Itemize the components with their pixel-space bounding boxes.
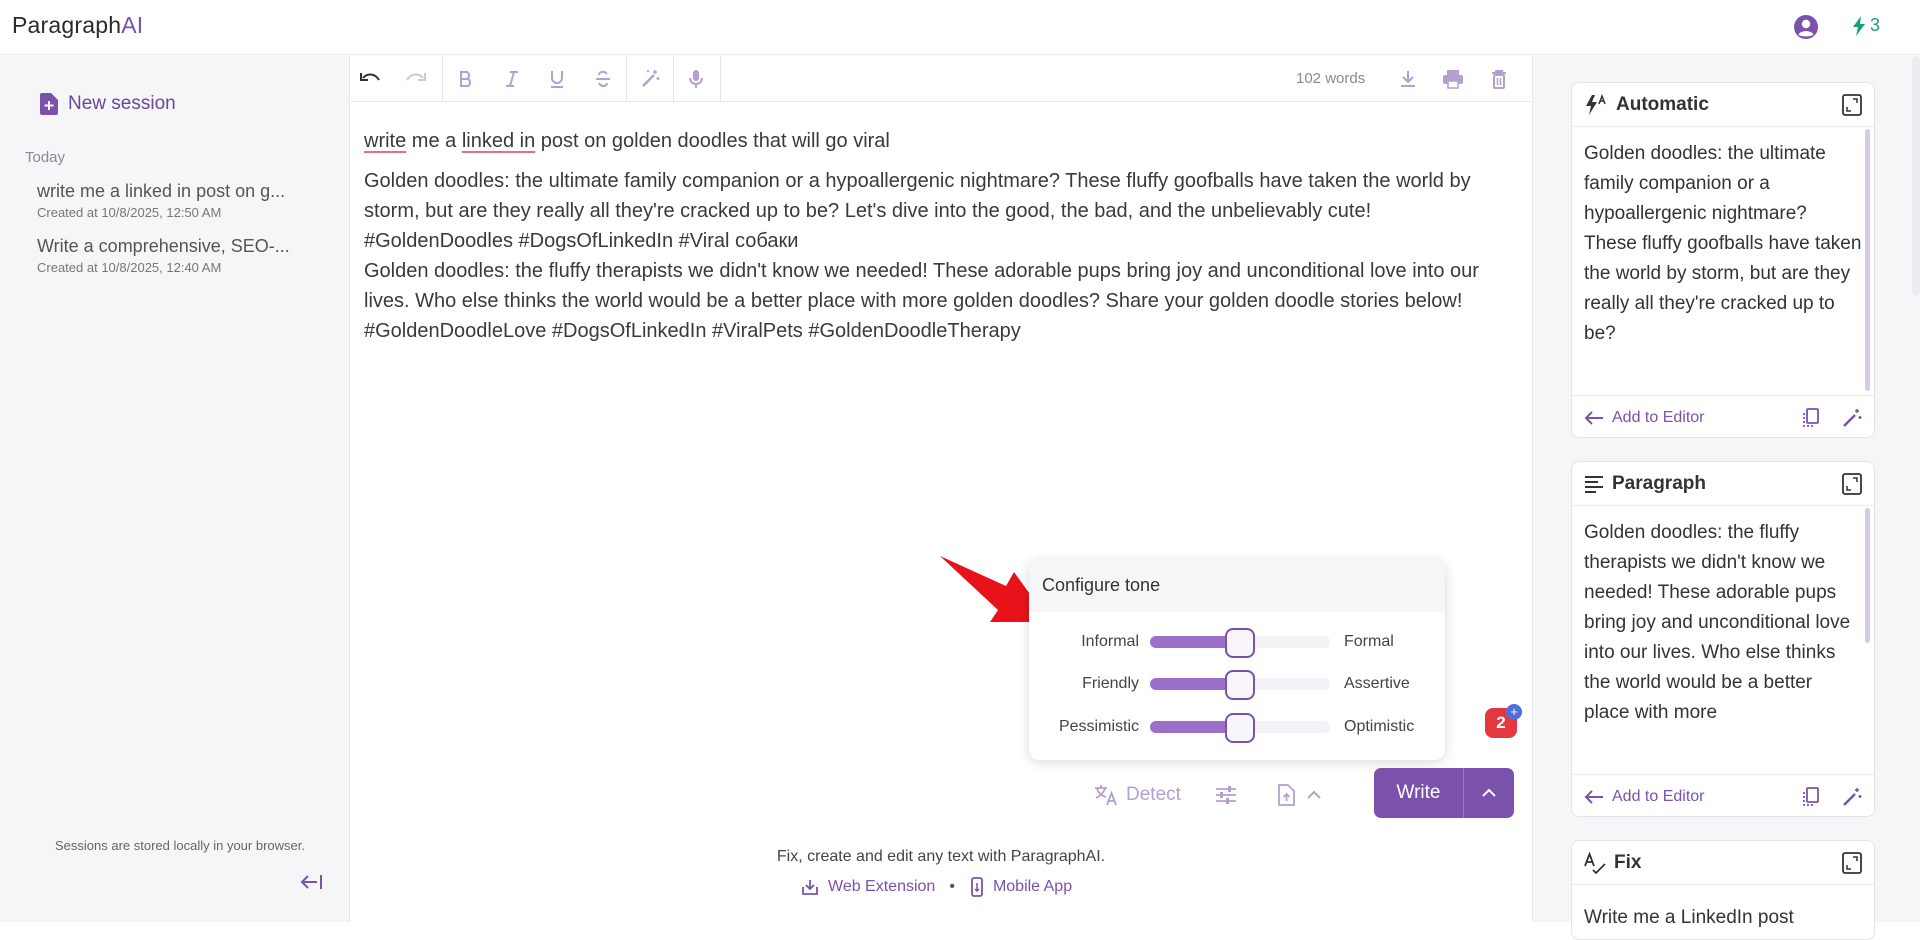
chevron-up-icon[interactable] [1307,790,1321,800]
magic-wand-icon[interactable] [1842,787,1862,807]
upload-file-icon[interactable] [1277,784,1295,806]
editor-pane: 102 words write me a linked in post on g… [351,56,1531,922]
tone-row-assertiveness: Friendly Assertive [1029,669,1445,700]
microphone-icon[interactable] [683,66,709,92]
session-item[interactable]: Write a comprehensive, SEO-... Created a… [37,236,312,275]
slider-thumb[interactable] [1225,670,1255,700]
result-card-paragraph: Paragraph Golden doodles: the fluffy the… [1571,461,1875,817]
underline-icon[interactable] [544,66,570,92]
card-title: Automatic [1616,93,1709,115]
arrow-left-icon [1584,410,1603,425]
session-date: Created at 10/8/2025, 12:50 AM [37,205,222,220]
prompt-line: write me a linked in post on golden dood… [364,130,890,152]
bold-icon[interactable] [453,66,479,92]
add-to-editor-button[interactable]: Add to Editor [1612,788,1705,806]
chevron-up-icon[interactable] [1464,788,1514,798]
strikethrough-icon[interactable] [590,66,616,92]
delete-icon[interactable] [1486,66,1512,92]
result-card-automatic: Automatic Golden doodles: the ultimate f… [1571,82,1875,438]
toolbar-divider [720,56,721,102]
top-bar: ParagraphAI 3 [0,0,1920,55]
user-account-icon[interactable] [1793,14,1819,40]
detect-language-button[interactable]: Detect [1094,784,1181,806]
optimism-slider[interactable] [1150,713,1330,743]
slider-thumb[interactable] [1225,628,1255,658]
copy-icon[interactable] [1802,407,1820,428]
toolbar-divider [442,56,443,102]
assertiveness-slider[interactable] [1150,670,1330,700]
collapse-sidebar-icon[interactable] [300,872,324,892]
footer-tagline: Fix, create and edit any text with Parag… [776,848,1106,865]
app-logo[interactable]: ParagraphAI [12,12,143,39]
automatic-icon [1586,93,1606,115]
word-count: 102 words [1296,70,1366,87]
write-button[interactable]: Write [1374,768,1514,818]
session-title: Write a comprehensive, SEO-... [37,236,290,256]
action-bar: Detect [1094,775,1321,815]
formality-slider[interactable] [1150,628,1330,658]
session-title: write me a linked in post on g... [37,181,286,201]
new-session-button[interactable]: New session [40,93,176,115]
print-icon[interactable] [1440,66,1466,92]
card-title: Fix [1614,851,1642,873]
card-body: Write me a LinkedIn post [1584,907,1794,928]
tone-title: Configure tone [1029,560,1445,612]
editor-toolbar: 102 words [351,56,1531,102]
page-scrollbar[interactable] [1912,56,1920,296]
credits-counter[interactable]: 3 [1852,15,1880,36]
card-scrollbar[interactable] [1865,508,1870,643]
result-card-fix: Fix Write me a LinkedIn post [1571,840,1875,940]
new-document-icon [40,93,58,115]
session-date: Created at 10/8/2025, 12:40 AM [37,260,222,275]
storage-note: Sessions are stored locally in your brow… [54,838,305,853]
expand-icon[interactable] [1842,851,1862,874]
card-body: Golden doodles: the fluffy therapists we… [1572,506,1874,774]
toolbar-divider [673,56,674,102]
spellcheck-icon [1584,851,1606,874]
editor-content[interactable]: write me a linked in post on golden dood… [364,126,1524,346]
session-item[interactable]: write me a linked in post on g... Create… [37,181,312,220]
download-icon[interactable] [1395,66,1421,92]
redo-icon[interactable] [403,66,429,92]
tone-row-formality: Informal Formal [1029,627,1445,658]
undo-icon[interactable] [357,66,383,92]
footer-links: Web Extension • Mobile App [800,877,1072,897]
expand-icon[interactable] [1842,472,1862,495]
settings-sliders-icon[interactable] [1215,785,1237,805]
add-to-editor-button[interactable]: Add to Editor [1612,409,1705,427]
mobile-app-link[interactable]: Mobile App [993,878,1072,896]
session-group-label: Today [25,149,66,166]
translate-icon [1095,785,1117,806]
web-extension-link[interactable]: Web Extension [828,878,935,896]
card-title: Paragraph [1612,472,1706,494]
magic-wand-icon[interactable] [1842,408,1862,428]
magic-wand-icon[interactable] [637,66,663,92]
arrow-left-icon [1584,789,1603,804]
generated-paragraph: Golden doodles: the ultimate family comp… [364,170,1471,252]
card-scrollbar[interactable] [1865,129,1870,391]
plus-icon[interactable]: + [1506,704,1522,720]
generated-paragraph: Golden doodles: the fluffy therapists we… [364,260,1479,342]
toolbar-divider [626,56,627,102]
sessions-sidebar: New session Today write me a linked in p… [0,56,350,922]
slider-thumb[interactable] [1225,713,1255,743]
expand-icon[interactable] [1842,93,1862,116]
italic-icon[interactable] [499,66,525,92]
mobile-phone-icon [971,877,983,897]
configure-tone-popover: Configure tone Informal Formal Friendly … [1029,560,1445,760]
card-body: Golden doodles: the ultimate family comp… [1572,127,1874,395]
download-icon [802,880,818,895]
lightning-icon [1853,15,1865,36]
results-panel: Automatic Golden doodles: the ultimate f… [1532,56,1920,940]
paragraph-lines-icon [1585,475,1603,493]
copy-icon[interactable] [1802,786,1820,807]
tone-row-optimism: Pessimistic Optimistic [1029,712,1445,743]
